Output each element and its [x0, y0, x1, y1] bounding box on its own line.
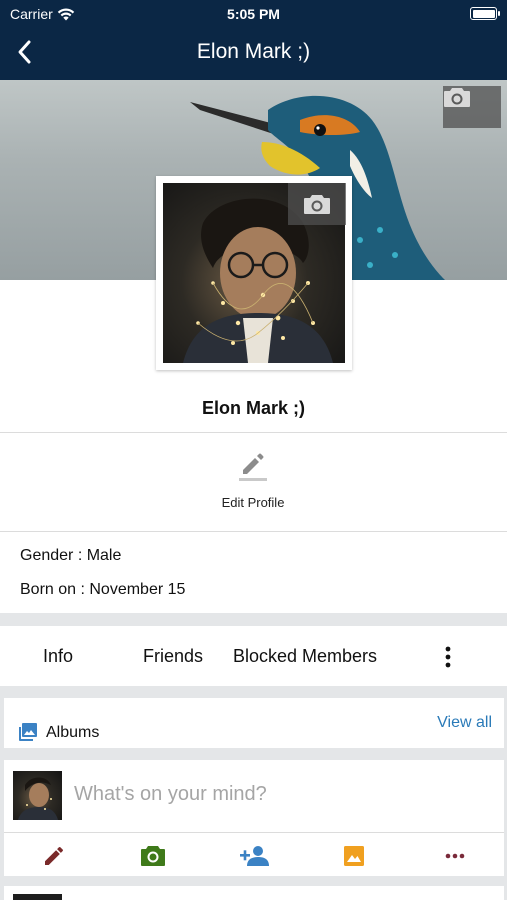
- view-all-link[interactable]: View all: [437, 714, 492, 732]
- chevron-left-icon: [18, 40, 31, 64]
- tab-info[interactable]: Info: [43, 646, 73, 667]
- edit-profile-button[interactable]: Edit Profile: [203, 448, 303, 516]
- battery-icon: [470, 7, 500, 20]
- change-cover-photo-button[interactable]: [443, 86, 501, 128]
- change-profile-photo-button[interactable]: [288, 183, 346, 225]
- image-icon: [344, 846, 364, 866]
- camera-icon: [141, 846, 165, 866]
- next-post-card: [4, 886, 504, 900]
- divider: [4, 832, 504, 833]
- tag-friend-button[interactable]: [238, 842, 270, 870]
- back-button[interactable]: [12, 38, 40, 66]
- albums-label: Albums: [46, 724, 100, 741]
- status-bar: Carrier 5:05 PM: [0, 0, 507, 28]
- tab-blocked-members[interactable]: Blocked Members: [233, 646, 377, 667]
- gender-info: Gender : Male: [20, 547, 122, 564]
- more-vertical-icon: [445, 646, 451, 668]
- camera-icon: [444, 88, 470, 107]
- add-image-button[interactable]: [340, 842, 368, 870]
- more-options-button[interactable]: [441, 842, 469, 870]
- divider: [0, 432, 507, 433]
- write-post-button[interactable]: [40, 842, 68, 870]
- top-bar: Carrier 5:05 PM Elon Mark ;): [0, 0, 507, 80]
- profile-picture-frame: [156, 176, 352, 370]
- edit-profile-label: Edit Profile: [221, 495, 285, 510]
- add-person-icon: [240, 846, 269, 866]
- status-time: 5:05 PM: [227, 6, 280, 22]
- profile-tabs: Info Friends Blocked Members: [0, 626, 507, 686]
- composer-avatar: [13, 771, 62, 820]
- profile-name: Elon Mark ;): [201, 398, 305, 418]
- add-photo-button[interactable]: [139, 842, 167, 870]
- next-post-avatar: [13, 894, 62, 900]
- albums-icon: [18, 722, 38, 742]
- more-horizontal-icon: [445, 853, 465, 859]
- pencil-icon: [239, 453, 267, 481]
- birthday-info: Born on : November 15: [20, 581, 186, 598]
- camera-icon: [304, 195, 330, 214]
- tabs-more-button[interactable]: [440, 644, 456, 670]
- page-title: Elon Mark ;): [196, 40, 311, 63]
- divider: [0, 531, 507, 532]
- section-separator: [0, 613, 507, 626]
- pencil-icon: [45, 846, 63, 865]
- tab-friends[interactable]: Friends: [143, 646, 203, 667]
- status-input[interactable]: What's on your mind?: [74, 783, 267, 806]
